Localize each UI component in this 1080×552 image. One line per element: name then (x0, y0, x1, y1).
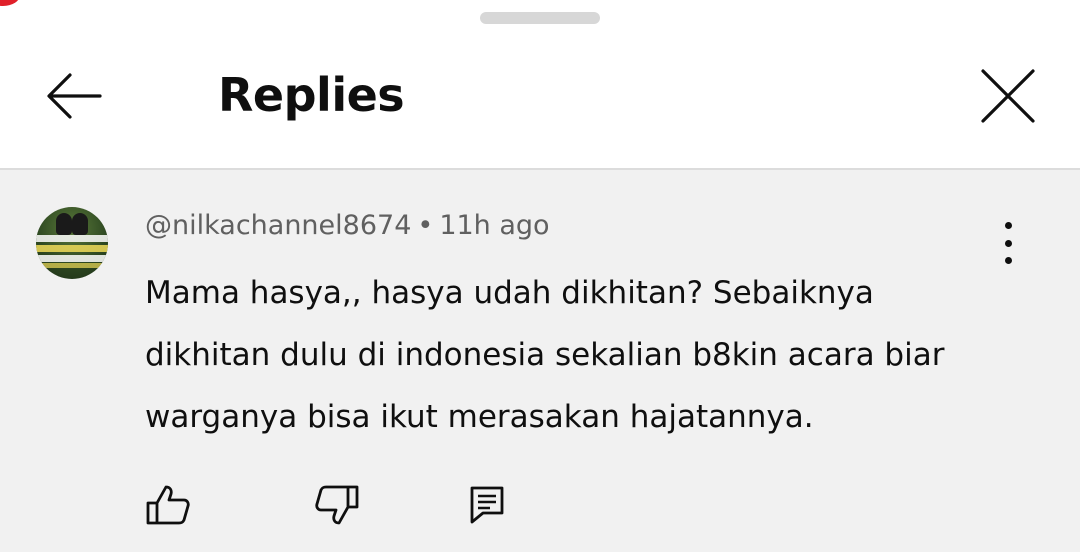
notification-dot (0, 0, 20, 6)
comment-icon (470, 486, 504, 524)
like-button[interactable] (143, 480, 193, 530)
reply-button[interactable] (462, 480, 512, 530)
thumbs-down-icon (315, 485, 359, 525)
replies-header: Replies (0, 40, 1080, 168)
thumbs-up-icon (146, 485, 190, 525)
more-vert-icon (1004, 257, 1012, 264)
replies-sheet: Replies @nilkachannel8674 • 11h ago Mama h… (0, 0, 1080, 552)
avatar-text-band (36, 255, 108, 262)
comment-item: @nilkachannel8674 • 11h ago Mama hasya,, h… (0, 170, 1080, 552)
more-options-button[interactable] (988, 222, 1028, 264)
meta-separator: • (417, 210, 434, 241)
avatar[interactable] (36, 207, 108, 279)
dislike-button[interactable] (312, 480, 362, 530)
arrow-left-icon (47, 73, 102, 119)
comment-time: 11h ago (439, 210, 550, 241)
page-title: Replies (218, 68, 405, 122)
avatar-text-band (36, 235, 108, 242)
comment-meta: @nilkachannel8674 • 11h ago (145, 210, 550, 242)
comment-author[interactable]: @nilkachannel8674 (145, 210, 411, 241)
back-button[interactable] (38, 60, 110, 132)
close-button[interactable] (970, 58, 1046, 134)
comment-text: Mama hasya,, hasya udah dikhitan? Sebaik… (145, 275, 945, 435)
avatar-text-band (36, 245, 108, 252)
comment-actions (0, 480, 1080, 540)
more-vert-icon (1004, 239, 1012, 247)
avatar-figure (56, 213, 72, 235)
avatar-text-band (36, 263, 108, 268)
avatar-figure (72, 213, 88, 235)
close-icon (981, 69, 1035, 123)
drag-handle[interactable] (480, 12, 600, 24)
more-vert-icon (1004, 222, 1012, 229)
